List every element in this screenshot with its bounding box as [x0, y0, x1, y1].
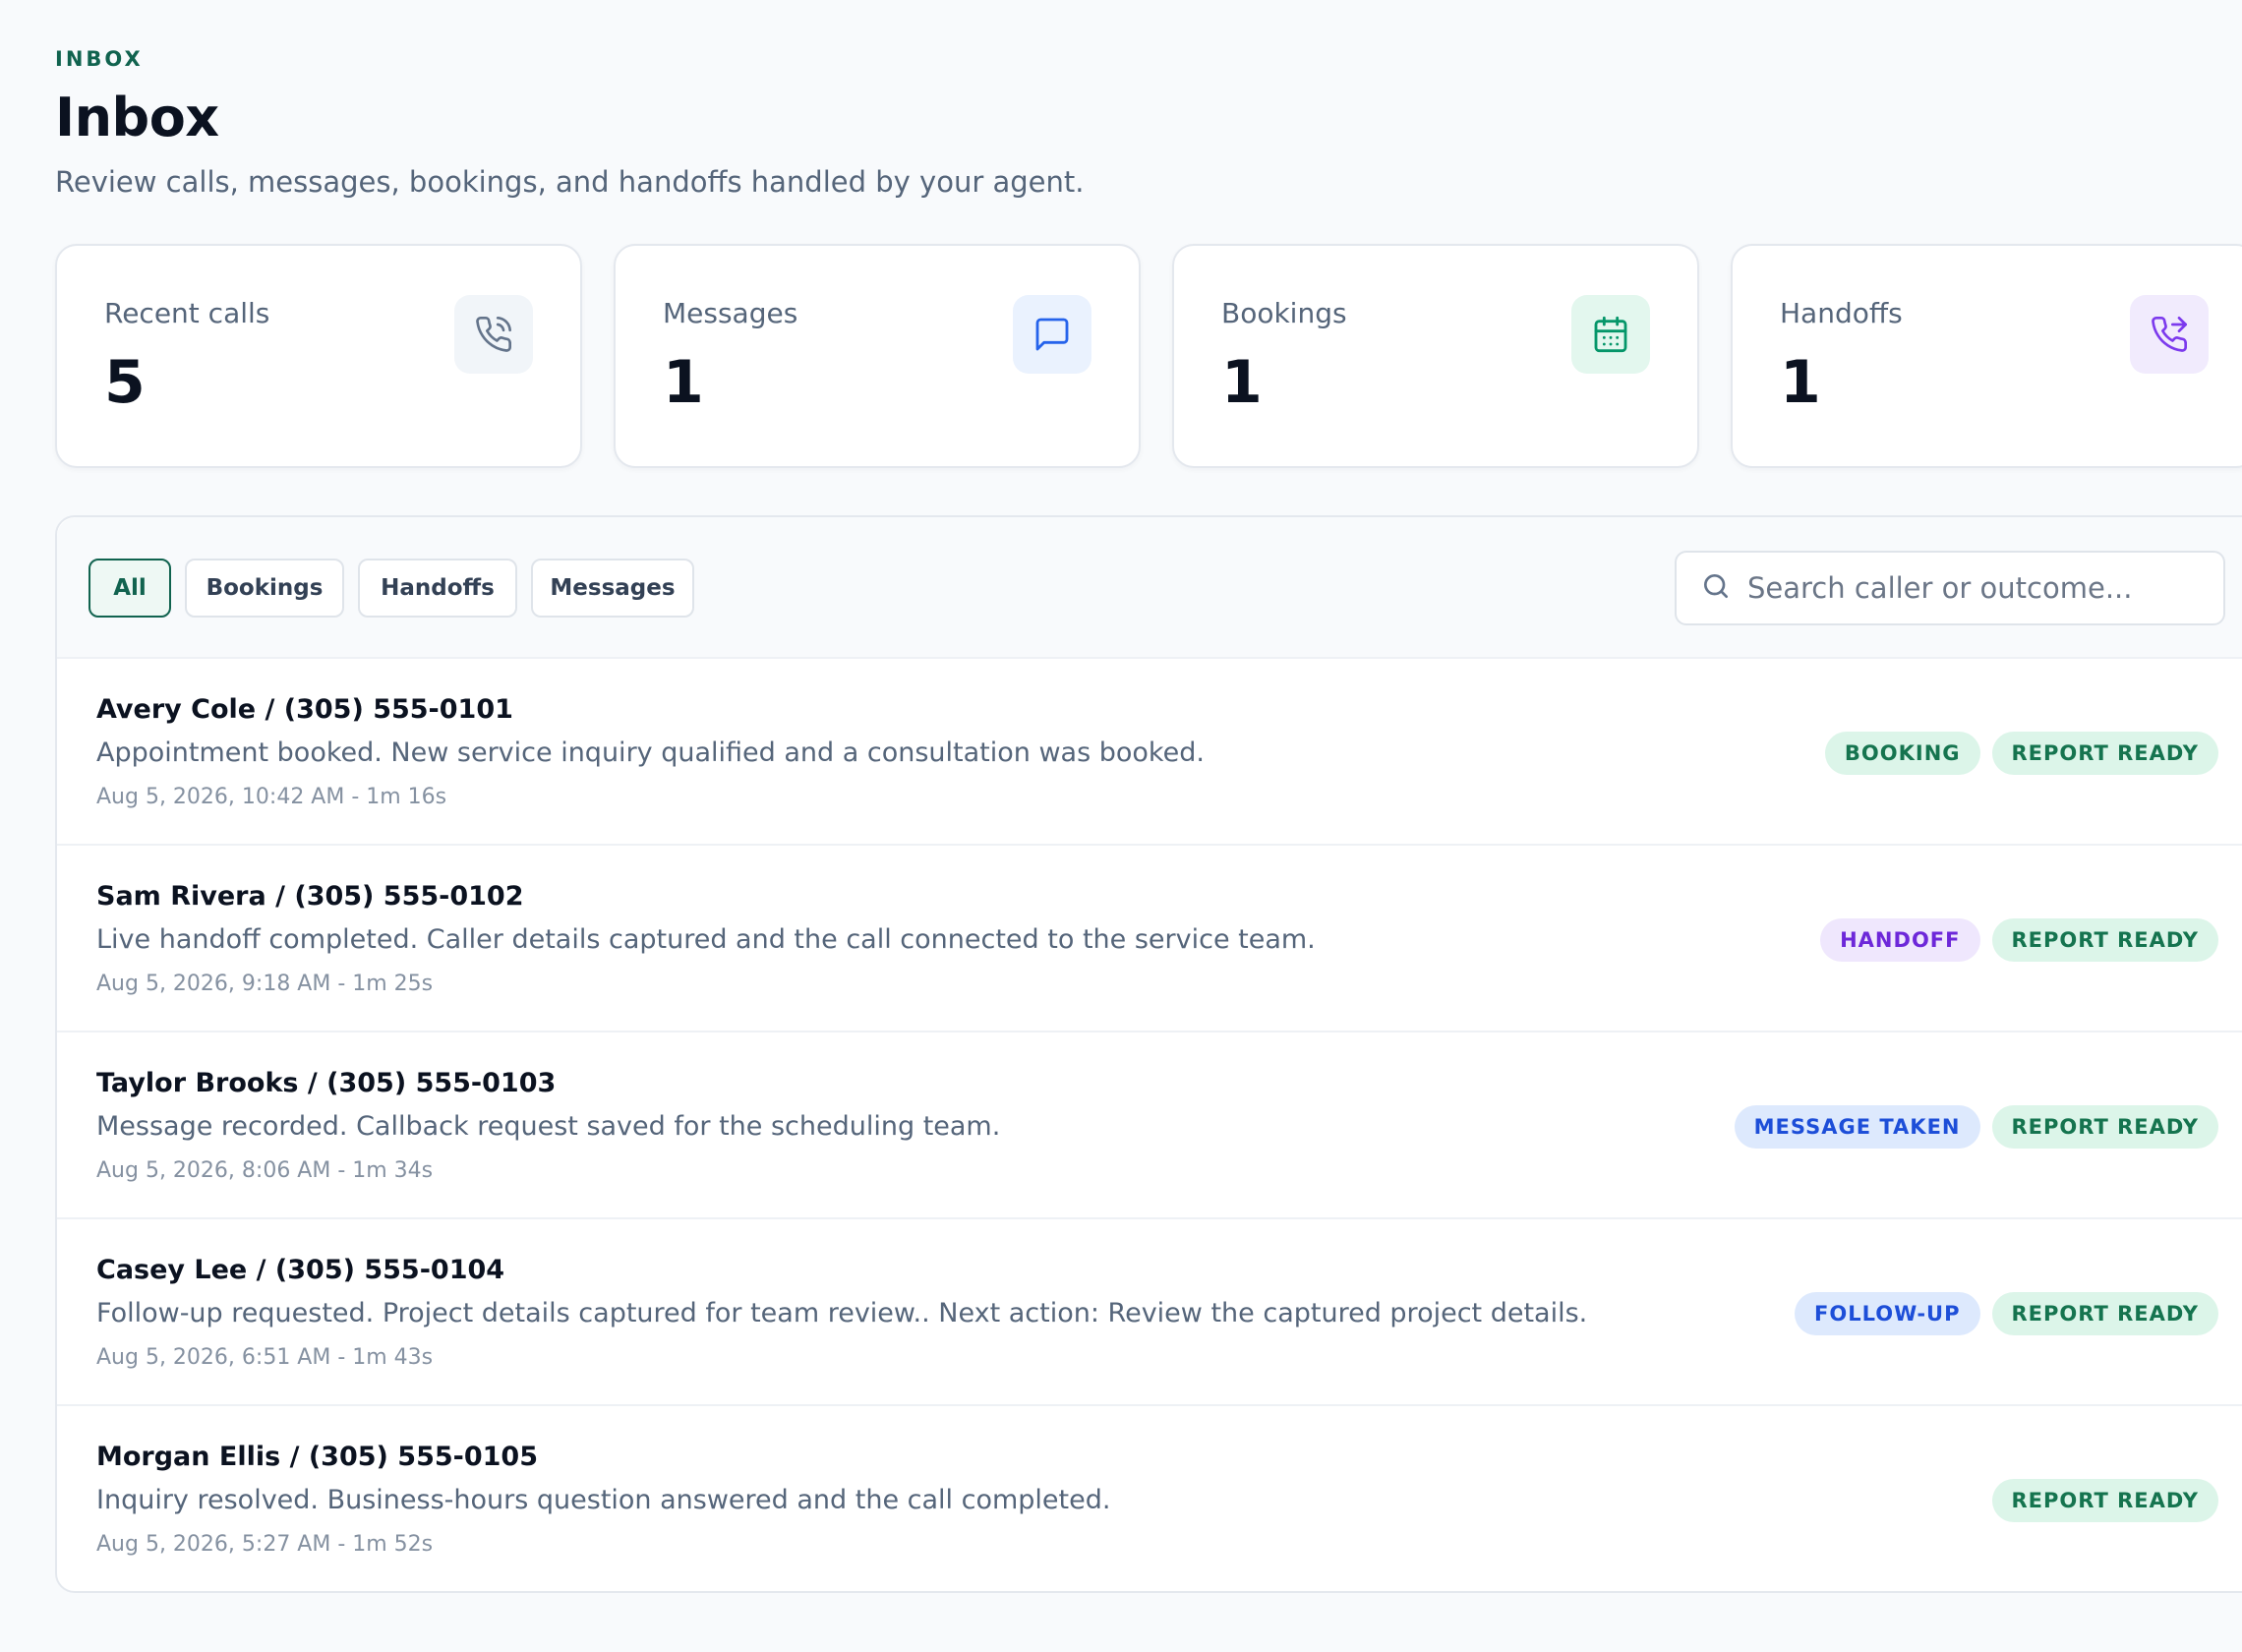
call-title: Casey Lee / (305) 555-0104 — [96, 1255, 505, 1285]
search-icon — [1700, 570, 1732, 607]
call-title: Avery Cole / (305) 555-0101 — [96, 694, 513, 725]
page-eyebrow: INBOX — [55, 47, 144, 71]
stat-card-handoffs: Handoffs 1 — [1731, 244, 2242, 468]
page-subtitle: Review calls, messages, bookings, and ha… — [55, 165, 1085, 199]
chat-bubble-icon — [1013, 295, 1092, 374]
call-meta: Aug 5, 2026, 6:51 AM - 1m 43s — [96, 1345, 434, 1370]
call-badges: FOLLOW-UP REPORT READY — [1795, 1292, 2218, 1335]
calendar-icon — [1571, 295, 1650, 374]
stat-value: 1 — [1221, 348, 1263, 417]
call-badges: HANDOFF REPORT READY — [1820, 918, 2218, 962]
stat-label: Handoffs — [1780, 297, 1903, 329]
badge-report-ready: REPORT READY — [1991, 732, 2218, 775]
phone-forward-icon — [2130, 295, 2209, 374]
call-meta: Aug 5, 2026, 9:18 AM - 1m 25s — [96, 972, 434, 996]
badge-message-taken: MESSAGE TAKEN — [1734, 1105, 1980, 1149]
stat-label: Recent calls — [104, 297, 270, 329]
call-meta: Aug 5, 2026, 8:06 AM - 1m 34s — [96, 1158, 434, 1183]
inbox-toolbar: All Bookings Handoffs Messages — [57, 517, 2242, 659]
stat-value: 1 — [1780, 348, 1821, 417]
call-title: Taylor Brooks / (305) 555-0103 — [96, 1068, 557, 1098]
phone-icon — [454, 295, 533, 374]
stat-card-recent-calls: Recent calls 5 — [55, 244, 582, 468]
call-badges: BOOKING REPORT READY — [1824, 732, 2218, 775]
call-summary: Message recorded. Callback request saved… — [96, 1111, 1001, 1142]
search-box[interactable] — [1675, 551, 2225, 625]
badge-report-ready: REPORT READY — [1991, 1105, 2218, 1149]
call-summary: Inquiry resolved. Business-hours questio… — [96, 1485, 1111, 1515]
badge-report-ready: REPORT READY — [1991, 1292, 2218, 1335]
badge-report-ready: REPORT READY — [1991, 918, 2218, 962]
badge-report-ready: REPORT READY — [1991, 1479, 2218, 1522]
call-badges: MESSAGE TAKEN REPORT READY — [1734, 1105, 2218, 1149]
call-title: Sam Rivera / (305) 555-0102 — [96, 881, 524, 912]
call-row[interactable]: Sam Rivera / (305) 555-0102 Live handoff… — [57, 846, 2242, 1032]
search-input[interactable] — [1747, 571, 2200, 605]
inbox-panel: All Bookings Handoffs Messages Avery Col… — [55, 515, 2242, 1593]
call-title: Morgan Ellis / (305) 555-0105 — [96, 1442, 538, 1472]
call-summary: Follow-up requested. Project details cap… — [96, 1298, 1588, 1328]
call-row[interactable]: Avery Cole / (305) 555-0101 Appointment … — [57, 659, 2242, 846]
call-row[interactable]: Taylor Brooks / (305) 555-0103 Message r… — [57, 1032, 2242, 1219]
call-meta: Aug 5, 2026, 10:42 AM - 1m 16s — [96, 785, 447, 809]
badge-handoff: HANDOFF — [1820, 918, 1980, 962]
filter-messages[interactable]: Messages — [531, 559, 694, 618]
stat-label: Bookings — [1221, 297, 1347, 329]
page-title: Inbox — [55, 87, 219, 148]
badge-booking: BOOKING — [1824, 732, 1980, 775]
stat-value: 5 — [104, 348, 146, 417]
stat-card-bookings: Bookings 1 — [1172, 244, 1699, 468]
call-summary: Live handoff completed. Caller details c… — [96, 924, 1316, 955]
stats-row: Recent calls 5 Messages 1 Bookings 1 Han… — [55, 244, 2242, 468]
call-row[interactable]: Morgan Ellis / (305) 555-0105 Inquiry re… — [57, 1406, 2242, 1593]
inbox-page: INBOX Inbox Review calls, messages, book… — [0, 0, 2242, 1652]
call-summary: Appointment booked. New service inquiry … — [96, 738, 1205, 768]
badge-follow-up: FOLLOW-UP — [1795, 1292, 1980, 1335]
stat-card-messages: Messages 1 — [614, 244, 1141, 468]
filter-all[interactable]: All — [88, 559, 171, 618]
filter-handoffs[interactable]: Handoffs — [358, 559, 517, 618]
filter-bookings[interactable]: Bookings — [185, 559, 344, 618]
call-badges: REPORT READY — [1991, 1479, 2218, 1522]
stat-label: Messages — [663, 297, 798, 329]
call-meta: Aug 5, 2026, 5:27 AM - 1m 52s — [96, 1532, 434, 1557]
call-row[interactable]: Casey Lee / (305) 555-0104 Follow-up req… — [57, 1219, 2242, 1406]
stat-value: 1 — [663, 348, 704, 417]
